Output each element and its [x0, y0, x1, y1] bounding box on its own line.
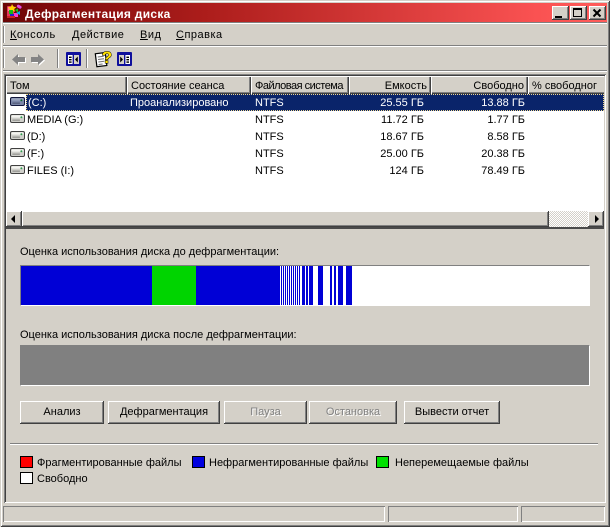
- svg-text:?: ?: [102, 49, 112, 67]
